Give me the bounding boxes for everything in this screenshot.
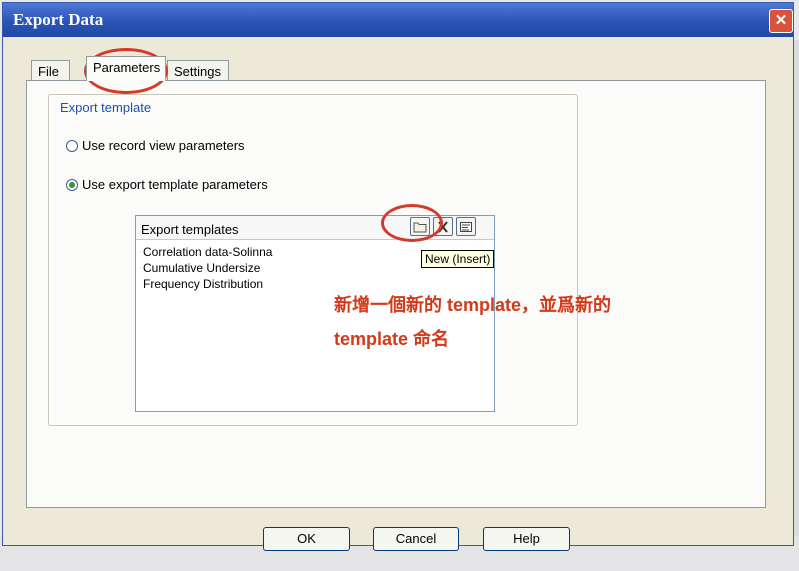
group-title: Export template <box>58 100 154 115</box>
annotation-line-1: 新增一個新的 template，並爲新的 <box>334 295 612 315</box>
edit-template-button[interactable] <box>456 217 476 236</box>
export-template-radio[interactable] <box>66 178 78 191</box>
instruction-annotation: 新增一個新的 template，並爲新的 template 命名 <box>334 288 714 356</box>
help-button[interactable]: Help <box>483 527 570 551</box>
title-bar: Export Data ✕ <box>3 3 793 37</box>
export-template-label: Use export template parameters <box>82 177 268 192</box>
window-title: Export Data <box>13 10 104 29</box>
list-item[interactable]: Frequency Distribution <box>143 276 272 292</box>
edit-icon <box>460 222 472 232</box>
record-view-option[interactable]: Use record view parameters <box>66 138 245 153</box>
cancel-button[interactable]: Cancel <box>373 527 459 551</box>
tab-parameters[interactable]: Parameters <box>86 56 166 81</box>
record-view-label: Use record view parameters <box>82 138 245 153</box>
highlight-circle-new-button <box>381 204 443 242</box>
export-template-option[interactable]: Use export template parameters <box>66 177 268 192</box>
record-view-radio[interactable] <box>66 139 78 152</box>
annotation-line-2: template 命名 <box>334 329 450 349</box>
list-item[interactable]: Correlation data-Solinna <box>143 244 272 260</box>
ok-button[interactable]: OK <box>263 527 350 551</box>
close-icon[interactable]: ✕ <box>769 9 793 33</box>
tab-file[interactable]: File <box>31 60 70 82</box>
tab-settings[interactable]: Settings <box>167 60 229 82</box>
list-item[interactable]: Cumulative Undersize <box>143 260 272 276</box>
new-tooltip: New (Insert) <box>421 250 495 268</box>
